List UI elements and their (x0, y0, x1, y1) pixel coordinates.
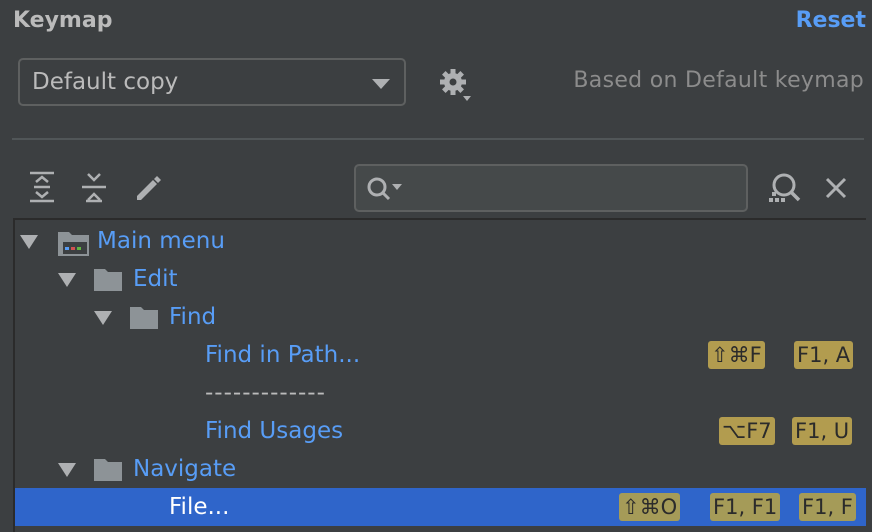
search-icon[interactable] (364, 174, 404, 204)
chevron-down-icon (372, 79, 390, 89)
reset-button[interactable]: Reset (796, 8, 866, 33)
tree-row-find[interactable]: Find (15, 298, 866, 336)
tree-row-find-usages[interactable]: Find Usages ⌥F7 F1, U (15, 412, 866, 450)
folder-icon (94, 269, 122, 291)
shortcut-badge: ⇧⌘F (708, 341, 765, 369)
based-on-text: Based on Default keymap (573, 68, 864, 93)
tree-row-edit[interactable]: Edit (15, 260, 866, 298)
collapse-all-icon[interactable] (78, 170, 110, 204)
shortcut-badge: ⇧⌘O (619, 493, 681, 521)
expand-arrow-icon[interactable] (94, 311, 112, 325)
keymap-title: Keymap (13, 8, 113, 33)
expand-arrow-icon[interactable] (58, 273, 76, 287)
tree-label-main-menu: Main menu (97, 228, 225, 254)
edit-icon[interactable] (131, 170, 163, 204)
expand-all-icon[interactable] (26, 170, 58, 204)
expand-arrow-icon[interactable] (58, 463, 76, 477)
tree-label-find-in-path: Find in Path... (205, 342, 361, 368)
keymap-select[interactable]: Default copy (18, 58, 406, 106)
tree-row-find-in-path[interactable]: Find in Path... ⇧⌘F F1, A (15, 336, 866, 374)
expand-arrow-icon[interactable] (20, 235, 38, 249)
menu-folder-icon (58, 232, 89, 256)
tree-label-find: Find (169, 304, 217, 330)
shortcut-badge: F1, A (794, 341, 854, 369)
tree-label-find-usages: Find Usages (205, 418, 344, 444)
search-box[interactable] (354, 164, 748, 212)
shortcut-badge: F1, F1 (710, 493, 781, 521)
gear-icon[interactable] (437, 66, 473, 102)
menu-separator: ------------- (205, 380, 326, 406)
tree-label-edit: Edit (133, 266, 178, 292)
tree-row-navigate[interactable]: Navigate (15, 450, 866, 488)
find-by-shortcut-icon[interactable] (766, 170, 802, 206)
close-icon[interactable] (818, 170, 854, 206)
keymap-tree[interactable]: Main menu Edit Find Find in Path... ⇧⌘F … (13, 218, 866, 532)
divider (12, 138, 864, 140)
tree-label-file: File... (169, 494, 230, 520)
keymap-select-value: Default copy (32, 69, 179, 95)
folder-icon (94, 459, 122, 481)
shortcut-badge: ⌥F7 (719, 417, 775, 445)
folder-icon (130, 307, 158, 329)
tree-row-separator: ------------- (15, 374, 866, 412)
tree-label-navigate: Navigate (133, 456, 237, 482)
shortcut-badge: F1, F (799, 493, 856, 521)
tree-row-main-menu[interactable]: Main menu (15, 222, 866, 260)
tree-row-file[interactable]: File... ⇧⌘O F1, F1 F1, F (15, 488, 866, 526)
shortcut-badge: F1, U (792, 417, 853, 445)
